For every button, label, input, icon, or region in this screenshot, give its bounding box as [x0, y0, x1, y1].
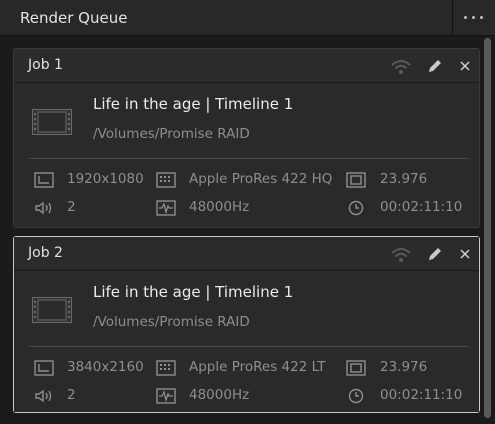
- render-queue-header: Render Queue: [0, 0, 495, 36]
- remote-render-icon[interactable]: [390, 58, 412, 76]
- resolution-icon: [34, 172, 54, 188]
- resolution-value: 3840x2160: [67, 359, 144, 375]
- job-title: Life in the age | Timeline 1: [93, 283, 294, 301]
- job-name: Job 2: [28, 245, 63, 261]
- remote-render-icon[interactable]: [390, 246, 412, 264]
- close-icon[interactable]: [460, 61, 470, 71]
- job-card-2[interactable]: Job 2 Life in the age | Timeline 1 /Volu…: [13, 236, 480, 413]
- codec-value: Apple ProRes 422 HQ: [189, 171, 333, 187]
- waveform-icon: [156, 388, 176, 404]
- film-clip-icon: [32, 297, 72, 323]
- panel-title: Render Queue: [20, 9, 128, 27]
- pencil-icon[interactable]: [427, 58, 443, 74]
- resolution-icon: [34, 360, 54, 376]
- scrollbar-thumb[interactable]: [484, 38, 491, 418]
- job-output-path: /Volumes/Promise RAID: [93, 314, 250, 330]
- frame-rate-value: 23.976: [380, 171, 428, 187]
- job-divider: [29, 158, 469, 159]
- job-divider: [29, 346, 469, 347]
- header-divider: [452, 0, 453, 36]
- job-body: Life in the age | Timeline 1 /Volumes/Pr…: [14, 83, 479, 227]
- speaker-icon: [35, 201, 52, 215]
- speaker-icon: [35, 389, 52, 403]
- job-name: Job 1: [28, 57, 63, 73]
- frame-rate-icon: [346, 360, 366, 376]
- duration-value: 00:02:11:10: [380, 387, 463, 403]
- job-header: Job 1: [14, 49, 479, 83]
- job-header: Job 2: [14, 237, 479, 271]
- film-clip-icon: [32, 109, 72, 135]
- close-icon[interactable]: [460, 249, 470, 259]
- codec-value: Apple ProRes 422 LT: [189, 359, 326, 375]
- sample-rate-value: 48000Hz: [189, 387, 250, 403]
- frame-rate-icon: [346, 172, 366, 188]
- clock-icon: [348, 388, 364, 404]
- pencil-icon[interactable]: [427, 246, 443, 262]
- resolution-value: 1920x1080: [67, 171, 144, 187]
- clock-icon: [348, 200, 364, 216]
- audio-channels-value: 2: [67, 199, 76, 215]
- job-card-1[interactable]: Job 1 Life in the age | Timeline 1 /Volu…: [13, 48, 480, 228]
- codec-icon: [156, 360, 176, 376]
- codec-icon: [156, 172, 176, 188]
- job-title: Life in the age | Timeline 1: [93, 95, 294, 113]
- waveform-icon: [156, 200, 176, 216]
- more-options-icon[interactable]: [462, 9, 486, 25]
- job-body: Life in the age | Timeline 1 /Volumes/Pr…: [14, 271, 479, 412]
- duration-value: 00:02:11:10: [380, 199, 463, 215]
- audio-channels-value: 2: [67, 387, 76, 403]
- frame-rate-value: 23.976: [380, 359, 428, 375]
- sample-rate-value: 48000Hz: [189, 199, 250, 215]
- job-output-path: /Volumes/Promise RAID: [93, 126, 250, 142]
